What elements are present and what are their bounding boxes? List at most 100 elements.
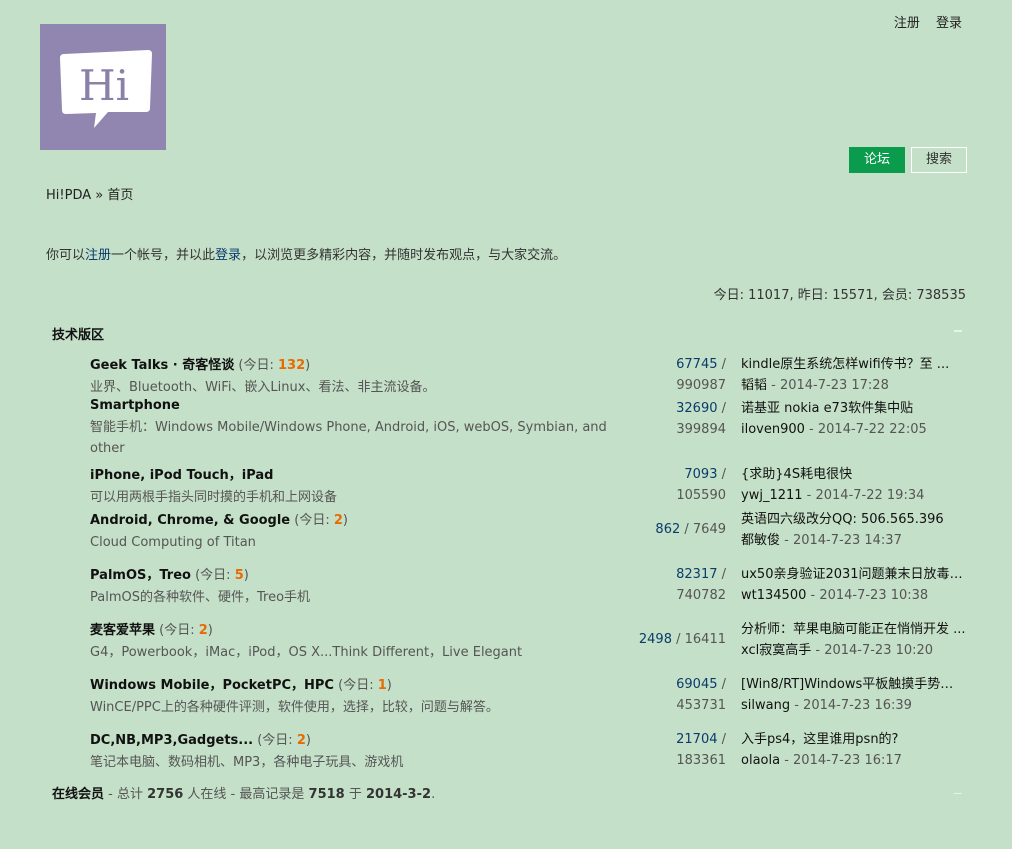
today-count: 2 <box>296 733 306 748</box>
count-separator: / <box>717 357 726 372</box>
forum-name[interactable]: Android, Chrome, & Google <box>90 513 290 528</box>
today-count: 2 <box>198 623 208 638</box>
last-post-time: - 2014-7-23 10:20 <box>811 643 934 658</box>
forum-topic-count: 32690 <box>676 401 718 416</box>
breadcrumb-site[interactable]: Hi!PDA <box>46 188 91 203</box>
register-link[interactable]: 注册 <box>894 16 920 31</box>
logo-text: Hi <box>79 61 129 110</box>
notice-register-link[interactable]: 注册 <box>85 248 111 263</box>
count-separator: / <box>717 677 726 692</box>
last-post-time: - 2014-7-22 22:05 <box>804 422 927 437</box>
forum-row: Android, Chrome, & Google (今日: 2) Cloud … <box>90 509 970 553</box>
forum-name[interactable]: Windows Mobile，PocketPC，HPC <box>90 678 334 693</box>
forum-post-count: 740782 <box>676 588 726 603</box>
site-logo[interactable]: Hi <box>40 24 166 150</box>
online-text: - 总计 <box>104 787 148 802</box>
nav-tabs: 论坛 搜索 <box>848 147 967 173</box>
collapse-icon[interactable] <box>954 330 962 332</box>
count-separator: / <box>717 732 726 747</box>
last-post-author[interactable]: ywj_1211 <box>741 488 803 503</box>
last-post-author[interactable]: xcl寂寞高手 <box>741 643 811 658</box>
tab-forum[interactable]: 论坛 <box>848 147 905 173</box>
login-notice: 你可以注册一个帐号，并以此登录，以浏览更多精彩内容，并随时发布观点，与大家交流。 <box>46 244 566 263</box>
last-post-title[interactable]: 英语四六级改分QQ: 506.565.396 <box>741 509 966 530</box>
forum-post-count: 399894 <box>676 422 726 437</box>
login-link[interactable]: 登录 <box>936 16 962 31</box>
forum-counts: 67745 / 990987 <box>630 354 726 396</box>
last-post-title[interactable]: [Win8/RT]Windows平板触摸手势和 ... <box>741 674 966 695</box>
last-post-title[interactable]: {求助}4S耗电很快 <box>741 464 966 485</box>
forum-description: Cloud Computing of Titan <box>90 535 256 550</box>
last-post-time: - 2014-7-22 19:34 <box>802 488 925 503</box>
online-text: 于 <box>344 787 366 802</box>
forum-counts: 32690 / 399894 <box>630 398 726 440</box>
forum-name[interactable]: Geek Talks · 奇客怪谈 <box>90 358 234 373</box>
last-post-time: - 2014-7-23 14:37 <box>780 533 902 548</box>
section-title[interactable]: 技术版区 <box>52 324 104 343</box>
forum-description: PalmOS的各种软件、硬件，Treo手机 <box>90 590 311 605</box>
last-post-author[interactable]: olaola <box>741 753 780 768</box>
forum-row: Geek Talks · 奇客怪谈 (今日: 132) 业界、Bluetooth… <box>90 354 970 398</box>
forum-name[interactable]: PalmOS，Treo <box>90 568 191 583</box>
count-separator: / <box>717 567 726 582</box>
last-post-author[interactable]: 都敏俊 <box>741 533 780 548</box>
count-separator: / <box>680 522 693 537</box>
today-label: (今日: <box>159 623 199 638</box>
forum-counts: 2498 / 16411 <box>630 629 726 650</box>
forum-post-count: 105590 <box>676 488 726 503</box>
forum-description: 可以用两根手指头同时摸的手机和上网设备 <box>90 490 338 505</box>
forum-today: (今日: 5) <box>195 568 249 583</box>
today-end: ) <box>305 733 311 748</box>
today-count: 2 <box>333 513 343 528</box>
forum-topic-count: 69045 <box>676 677 718 692</box>
online-total: 2756 <box>147 787 184 802</box>
forum-last-post: 英语四六级改分QQ: 506.565.396 都敏俊 - 2014-7-23 1… <box>741 509 966 551</box>
today-end: ) <box>207 623 213 638</box>
last-post-author[interactable]: wt134500 <box>741 588 806 603</box>
last-post-title[interactable]: 诺基亚 nokia e73软件集中贴 <box>741 398 966 419</box>
forum-counts: 82317 / 740782 <box>630 564 726 606</box>
online-members: 在线会员 - 总计 2756 人在线 - 最高记录是 7518 于 2014-3… <box>52 783 435 802</box>
forum-description: 笔记本电脑、数码相机、MP3，各种电子玩具、游戏机 <box>90 755 404 770</box>
notice-text: ，以浏览更多精彩内容，并随时发布观点，与大家交流。 <box>241 248 567 263</box>
forum-topic-count: 67745 <box>676 357 718 372</box>
forum-row: 麦客爱苹果 (今日: 2) G4，Powerbook，iMac，iPod，OS … <box>90 619 970 663</box>
forum-row: Smartphone 智能手机：Windows Mobile/Windows P… <box>90 398 970 459</box>
expand-icon[interactable] <box>954 793 962 794</box>
forum-topic-count: 2498 <box>638 632 672 647</box>
last-post-title[interactable]: 分析师：苹果电脑可能正在悄悄开发 ... <box>741 619 966 640</box>
forum-name[interactable]: Smartphone <box>90 398 180 413</box>
last-post-author[interactable]: iloven900 <box>741 422 805 437</box>
forum-row: PalmOS，Treo (今日: 5) PalmOS的各种软件、硬件，Treo手… <box>90 564 970 608</box>
last-post-author[interactable]: 韬韬 <box>741 378 767 393</box>
tab-search[interactable]: 搜索 <box>910 147 967 173</box>
forum-name[interactable]: 麦客爱苹果 <box>90 623 155 638</box>
forum-last-post: 诺基亚 nokia e73软件集中贴 iloven900 - 2014-7-22… <box>741 398 966 440</box>
last-post-title[interactable]: 入手ps4，这里谁用psn的? <box>741 729 966 750</box>
notice-login-link[interactable]: 登录 <box>215 248 241 263</box>
last-post-author[interactable]: silwang <box>741 698 790 713</box>
forum-name[interactable]: iPhone, iPod Touch，iPad <box>90 468 273 483</box>
forum-last-post: kindle原生系统怎样wifi传书？至 ... 韬韬 - 2014-7-23 … <box>741 354 966 396</box>
today-label: (今日: <box>257 733 297 748</box>
today-label: (今日: <box>195 568 235 583</box>
forum-description: WinCE/PPC上的各种硬件评测，软件使用，选择，比较，问题与解答。 <box>90 700 499 715</box>
count-separator: / <box>717 401 726 416</box>
forum-name[interactable]: DC,NB,MP3,Gadgets... <box>90 733 253 748</box>
forum-post-count: 453731 <box>676 698 726 713</box>
online-record: 7518 <box>308 787 345 802</box>
today-count: 1 <box>377 678 387 693</box>
forum-topic-count: 21704 <box>676 732 718 747</box>
speech-bubble-logo-icon: Hi <box>60 50 152 128</box>
last-post-title[interactable]: kindle原生系统怎样wifi传书？至 ... <box>741 354 966 375</box>
last-post-title[interactable]: ux50亲身验证2031问题兼末日放毒 ... <box>741 564 966 585</box>
today-end: ) <box>342 513 348 528</box>
forum-last-post: ux50亲身验证2031问题兼末日放毒 ... wt134500 - 2014-… <box>741 564 966 606</box>
forum-row: Windows Mobile，PocketPC，HPC (今日: 1) WinC… <box>90 674 970 718</box>
online-label[interactable]: 在线会员 <box>52 787 104 802</box>
today-end: ) <box>243 568 249 583</box>
forum-counts: 69045 / 453731 <box>630 674 726 716</box>
today-label: (今日: <box>294 513 334 528</box>
forum-last-post: {求助}4S耗电很快 ywj_1211 - 2014-7-22 19:34 <box>741 464 966 506</box>
notice-text: 你可以 <box>46 248 86 263</box>
